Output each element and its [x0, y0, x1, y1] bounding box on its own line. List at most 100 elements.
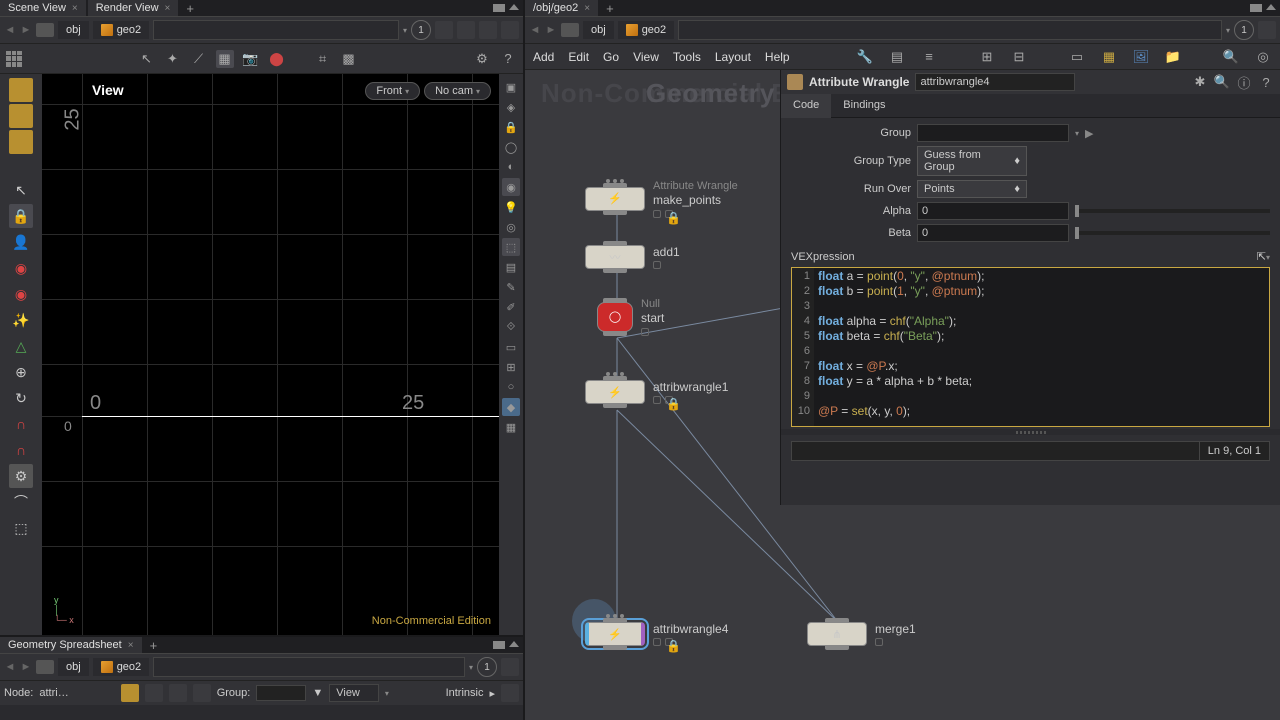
snap-icon[interactable]: ⌗	[314, 50, 332, 68]
orbit-icon[interactable]: ◉	[9, 256, 33, 280]
path-geo2[interactable]: geo2	[93, 21, 149, 39]
rtool-8-icon[interactable]: ◎	[502, 218, 520, 236]
nav-opt3-icon[interactable]	[501, 21, 519, 39]
vex-menu-icon[interactable]	[1266, 251, 1270, 263]
list-icon[interactable]: ▤	[888, 48, 906, 66]
node-attribwrangle4[interactable]: ⚡ attribwrangle4🔒	[585, 622, 728, 646]
take-badge[interactable]: 1	[477, 657, 497, 677]
add-tab-button[interactable]: +	[144, 638, 164, 653]
node-attribwrangle1[interactable]: ⚡ attribwrangle1🔒	[585, 380, 728, 404]
path-geo2[interactable]: geo2	[618, 21, 674, 39]
node-make-points[interactable]: ⚡ Attribute Wranglemake_points🔒	[585, 180, 738, 218]
path-dropdown[interactable]	[403, 24, 407, 36]
sparkle-icon[interactable]: ✨	[9, 308, 33, 332]
folder-icon[interactable]	[561, 23, 579, 37]
menu-tools[interactable]: Tools	[673, 50, 701, 64]
view-dropdown[interactable]: View	[329, 684, 379, 702]
rtool-7-icon[interactable]: 💡	[502, 198, 520, 216]
canvas-icon[interactable]: ▭	[1068, 48, 1086, 66]
sel-obj-icon[interactable]: ↖	[138, 50, 156, 68]
rtool-2-icon[interactable]: ◈	[502, 98, 520, 116]
layout-grid-icon[interactable]	[6, 51, 22, 67]
menu-layout[interactable]: Layout	[715, 50, 751, 64]
forward-button[interactable]: ►	[20, 661, 32, 673]
close-icon[interactable]: ×	[128, 640, 134, 651]
close-icon[interactable]: ×	[584, 3, 590, 14]
wrench-icon[interactable]: 🔧	[856, 48, 874, 66]
camera-front-dropdown[interactable]: Front	[365, 82, 420, 100]
select-tool-icon[interactable]: ↖	[9, 178, 33, 202]
menu-view[interactable]: View	[633, 50, 659, 64]
tool-sphere-icon[interactable]	[9, 104, 33, 128]
filter-icon[interactable]: ▼	[312, 687, 323, 699]
tool-box-icon[interactable]	[9, 78, 33, 102]
axis-icon[interactable]: △	[9, 334, 33, 358]
path-obj[interactable]: obj	[58, 658, 89, 676]
rtool-1-icon[interactable]: ▣	[502, 78, 520, 96]
run-over-select[interactable]: Points♦	[917, 180, 1027, 198]
tab-geometry-spreadsheet[interactable]: Geometry Spreadsheet×	[0, 637, 142, 653]
path-dropdown[interactable]	[469, 661, 473, 673]
class-prims-icon[interactable]	[169, 684, 187, 702]
grid2-icon[interactable]: ⊟	[1010, 48, 1028, 66]
pane-menu-icon[interactable]	[509, 4, 519, 10]
rtool-4-icon[interactable]: ◯	[502, 138, 520, 156]
settings-icon[interactable]: ⚙	[473, 50, 491, 68]
help-icon[interactable]: ?	[1258, 74, 1274, 90]
help-icon[interactable]: ?	[499, 50, 517, 68]
tool-tube-icon[interactable]	[9, 130, 33, 154]
tab-bindings[interactable]: Bindings	[831, 94, 897, 117]
grid-snap-icon[interactable]: ▩	[340, 50, 358, 68]
beta-slider[interactable]	[1075, 231, 1270, 235]
tab-network-path[interactable]: /obj/geo2×	[525, 0, 598, 16]
nav-reload-icon[interactable]	[435, 21, 453, 39]
forward-button[interactable]: ►	[545, 24, 557, 36]
take-badge[interactable]: 1	[1234, 20, 1254, 40]
nav-opt2-icon[interactable]	[479, 21, 497, 39]
folder-icon[interactable]	[36, 660, 54, 674]
search-icon[interactable]: 🔍	[1222, 48, 1240, 66]
path-geo2[interactable]: geo2	[93, 658, 149, 676]
class-detail-icon[interactable]	[193, 684, 211, 702]
beta-input[interactable]	[917, 224, 1069, 242]
info-icon[interactable]: ⓘ	[1236, 74, 1252, 90]
sel-pt-icon[interactable]: ✦	[164, 50, 182, 68]
path-input[interactable]	[153, 20, 399, 40]
rtool-9-icon[interactable]: ⬚	[502, 238, 520, 256]
gear-tool-icon[interactable]: ⚙	[9, 464, 33, 488]
rtool-15-icon[interactable]: ⊞	[502, 358, 520, 376]
back-button[interactable]: ◄	[4, 661, 16, 673]
path-obj[interactable]: obj	[583, 21, 614, 39]
sel-prim-icon[interactable]: ▦	[216, 50, 234, 68]
add-tab-button[interactable]: +	[600, 1, 620, 16]
group-input[interactable]	[256, 685, 306, 701]
menu-help[interactable]: Help	[765, 50, 790, 64]
pane-menu-icon[interactable]	[1266, 4, 1276, 10]
tab-scene-view[interactable]: Scene View×	[0, 0, 86, 16]
nav-reload-icon[interactable]	[1258, 21, 1276, 39]
light-icon[interactable]: ◉	[9, 282, 33, 306]
node-merge1[interactable]: ⋔ merge1	[807, 622, 916, 646]
spread-opt-icon[interactable]	[501, 684, 519, 702]
search-icon[interactable]: 🔍	[1214, 74, 1230, 90]
pane-max-icon[interactable]	[1250, 4, 1262, 12]
pane-max-icon[interactable]	[493, 641, 505, 649]
rtool-5-icon[interactable]: ◐	[502, 158, 520, 176]
nav-opt1-icon[interactable]	[457, 21, 475, 39]
note-icon[interactable]: ▦	[1100, 48, 1118, 66]
record-icon[interactable]: ⬤	[268, 50, 286, 68]
curve-icon[interactable]: ⌒	[9, 490, 33, 514]
user-icon[interactable]: 👤	[9, 230, 33, 254]
rtool-14-icon[interactable]: ▭	[502, 338, 520, 356]
camera-icon[interactable]: 📷	[242, 50, 260, 68]
path-input[interactable]	[678, 20, 1222, 40]
group-menu-icon[interactable]	[1075, 127, 1079, 139]
intrinsic-menu-icon[interactable]: ▸	[489, 687, 495, 700]
folder-icon[interactable]	[36, 23, 54, 37]
rtool-11-icon[interactable]: ✎	[502, 278, 520, 296]
rtool-17-icon[interactable]: ◆	[502, 398, 520, 416]
group-input[interactable]	[917, 124, 1069, 142]
menu-edit[interactable]: Edit	[568, 50, 589, 64]
rtool-18-icon[interactable]: ▦	[502, 418, 520, 436]
node-name-input[interactable]	[915, 73, 1075, 91]
